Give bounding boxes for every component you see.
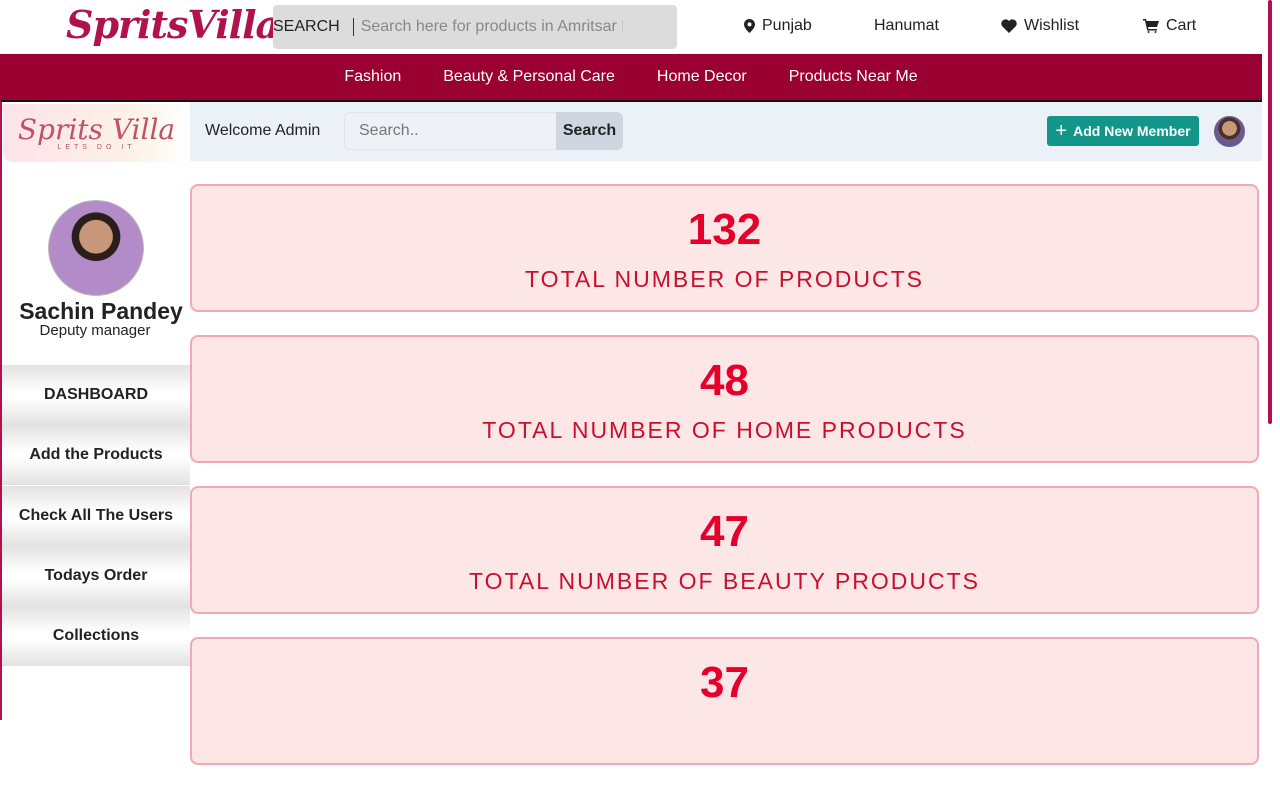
- stat-value: 48: [700, 356, 749, 405]
- map-pin-icon: [744, 19, 755, 33]
- stat-card: 37: [190, 637, 1259, 765]
- user-link[interactable]: Hanumat: [874, 17, 939, 35]
- welcome-text: Welcome Admin: [205, 122, 321, 139]
- profile-role: Deputy manager: [39, 322, 151, 339]
- admin-logo-tagline: LETS DO IT: [57, 143, 136, 151]
- stat-card: 48 TOTAL NUMBER OF HOME PRODUCTS: [190, 335, 1259, 463]
- category-beauty[interactable]: Beauty & Personal Care: [443, 68, 615, 86]
- site-search: SEARCH: [273, 5, 677, 49]
- user-label: Hanumat: [874, 17, 939, 34]
- search-label: SEARCH: [273, 18, 340, 35]
- admin-logo-text: Sprits Villa: [17, 112, 176, 146]
- profile-photo: [48, 200, 144, 296]
- stat-label: TOTAL NUMBER OF HOME PRODUCTS: [482, 417, 967, 443]
- sidebar-item-dashboard[interactable]: DASHBOARD: [2, 365, 190, 425]
- avatar[interactable]: [1214, 116, 1245, 147]
- cart-link[interactable]: Cart: [1143, 17, 1196, 35]
- stats-list: 132 TOTAL NUMBER OF PRODUCTS 48 TOTAL NU…: [190, 184, 1259, 788]
- wishlist-link[interactable]: Wishlist: [1001, 17, 1079, 35]
- sidebar-item-add-products[interactable]: Add the Products: [2, 425, 190, 486]
- cart-label: Cart: [1166, 17, 1197, 34]
- add-new-member-button[interactable]: + Add New Member: [1047, 116, 1199, 146]
- admin-search-button[interactable]: Search: [556, 112, 623, 150]
- category-fashion[interactable]: Fashion: [344, 68, 401, 86]
- page-scrollbar[interactable]: [1268, 0, 1272, 424]
- stat-card: 47 TOTAL NUMBER OF BEAUTY PRODUCTS: [190, 486, 1259, 614]
- stat-label: TOTAL NUMBER OF BEAUTY PRODUCTS: [469, 568, 980, 594]
- sidebar-item-todays-order[interactable]: Todays Order: [2, 545, 190, 606]
- stat-card: 132 TOTAL NUMBER OF PRODUCTS: [190, 184, 1259, 312]
- site-search-input[interactable]: [360, 18, 623, 36]
- category-near-me[interactable]: Products Near Me: [789, 68, 918, 86]
- add-member-label: Add New Member: [1073, 123, 1191, 139]
- plus-icon: +: [1055, 120, 1068, 142]
- category-home-decor[interactable]: Home Decor: [657, 68, 747, 86]
- top-header: SpritsVilla SEARCH Punjab Hanumat Wishli…: [0, 0, 1262, 54]
- category-nav: Fashion Beauty & Personal Care Home Deco…: [0, 54, 1262, 100]
- sidebar-item-collections[interactable]: Collections: [2, 606, 190, 667]
- sidebar-menu: DASHBOARD Add the Products Check All The…: [2, 365, 190, 667]
- search-divider: [352, 18, 354, 36]
- location-label: Punjab: [762, 17, 812, 34]
- stat-value: 132: [687, 205, 762, 254]
- location-link[interactable]: Punjab: [744, 17, 812, 35]
- sidebar-item-users[interactable]: Check All The Users: [2, 485, 190, 546]
- stat-value: 47: [700, 507, 749, 556]
- admin-logo[interactable]: Sprits Villa LETS DO IT: [3, 104, 190, 162]
- stat-value: 37: [700, 658, 749, 707]
- admin-search-input[interactable]: [344, 112, 557, 150]
- heart-icon: [1001, 19, 1017, 33]
- cart-icon: [1143, 19, 1159, 33]
- stat-label: TOTAL NUMBER OF PRODUCTS: [525, 266, 924, 292]
- brand-logo[interactable]: SpritsVilla: [66, 2, 280, 47]
- profile-name: Sachin Pandey: [19, 298, 183, 324]
- wishlist-label: Wishlist: [1024, 17, 1080, 34]
